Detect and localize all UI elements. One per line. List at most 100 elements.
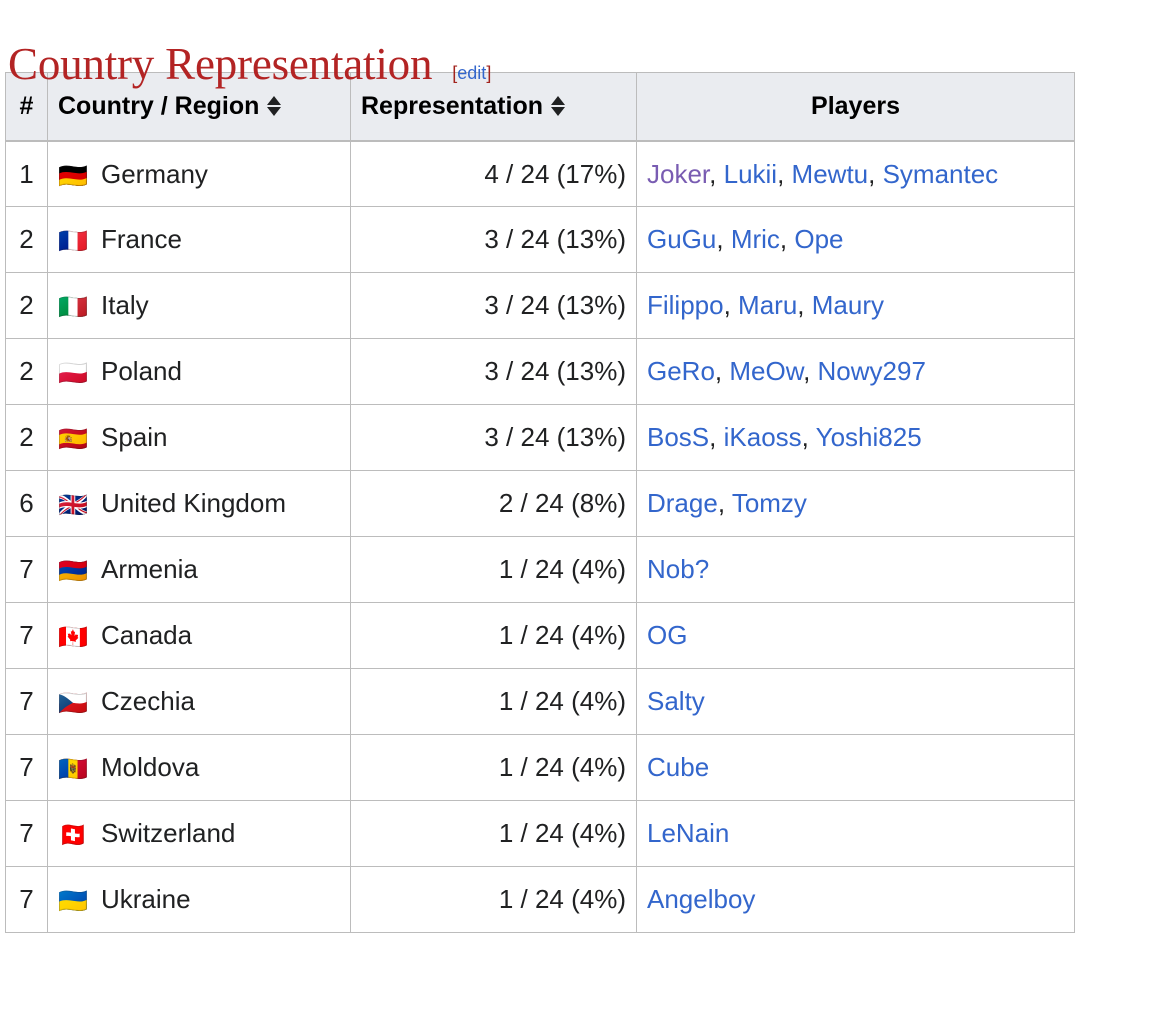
table-row: 2 🇮🇹 Italy 3 / 24 (13%) Filippo, Maru, Maury bbox=[5, 272, 1075, 339]
player-link[interactable]: Cube bbox=[647, 752, 709, 782]
column-header-representation-label: Representation bbox=[361, 91, 543, 120]
edit-close-bracket: ] bbox=[486, 63, 492, 84]
country-flag-icon: 🇨🇦 bbox=[58, 623, 88, 652]
cell-representation: 4 / 24 (17%) bbox=[350, 140, 637, 207]
cell-country: 🇫🇷 France bbox=[47, 206, 351, 273]
cell-rank: 2 bbox=[5, 272, 48, 339]
cell-rank: 6 bbox=[5, 470, 48, 537]
player-link[interactable]: Mric bbox=[731, 224, 780, 254]
player-separator: , bbox=[801, 422, 816, 453]
cell-representation: 1 / 24 (4%) bbox=[350, 866, 637, 933]
country-flag-icon: 🇫🇷 bbox=[58, 227, 88, 256]
table-row: 7 🇺🇦 Ukraine 1 / 24 (4%) Angelboy bbox=[5, 866, 1075, 933]
sort-ascending-triangle-icon bbox=[267, 95, 282, 105]
player-link[interactable]: Mewtu bbox=[792, 159, 869, 189]
cell-rank: 2 bbox=[5, 404, 48, 471]
player-link[interactable]: GeRo bbox=[647, 356, 715, 386]
sort-arrows-icon[interactable] bbox=[550, 95, 566, 117]
player-separator: , bbox=[709, 422, 724, 453]
player-link[interactable]: Drage bbox=[647, 488, 718, 518]
cell-rank: 7 bbox=[5, 866, 48, 933]
cell-players: LeNain bbox=[636, 800, 1075, 867]
cell-players: Drage, Tomzy bbox=[636, 470, 1075, 537]
player-link[interactable]: Yoshi825 bbox=[816, 422, 922, 452]
player-link[interactable]: Maury bbox=[812, 290, 884, 320]
page-root: Country Representation [edit] # Country … bbox=[0, 0, 1175, 1020]
player-separator: , bbox=[779, 224, 795, 255]
cell-rank: 7 bbox=[5, 734, 48, 801]
column-header-players: Players bbox=[636, 72, 1075, 142]
section-heading: Country Representation [edit] bbox=[0, 0, 1175, 89]
player-separator: , bbox=[714, 356, 730, 387]
cell-representation: 1 / 24 (4%) bbox=[350, 734, 637, 801]
cell-country: 🇪🇸 Spain bbox=[47, 404, 351, 471]
column-header-rank-label: # bbox=[19, 91, 34, 120]
player-link[interactable]: Nowy297 bbox=[818, 356, 926, 386]
cell-players: BosS, iKaoss, Yoshi825 bbox=[636, 404, 1075, 471]
country-flag-icon: 🇨🇭 bbox=[58, 821, 88, 850]
edit-section-link[interactable]: [edit] bbox=[452, 63, 491, 84]
cell-players: OG bbox=[636, 602, 1075, 669]
player-link[interactable]: MeOw bbox=[729, 356, 803, 386]
player-link[interactable]: Salty bbox=[647, 686, 705, 716]
cell-players: Nob? bbox=[636, 536, 1075, 603]
cell-rank: 2 bbox=[5, 206, 48, 273]
table-body: 1 🇩🇪 Germany 4 / 24 (17%) Joker, Lukii, Mewt… bbox=[5, 140, 1075, 933]
cell-country: 🇩🇪 Germany bbox=[47, 140, 351, 207]
cell-representation: 3 / 24 (13%) bbox=[350, 206, 637, 273]
player-separator: , bbox=[709, 158, 724, 189]
player-link[interactable]: LeNain bbox=[647, 818, 729, 848]
cell-rank: 7 bbox=[5, 536, 48, 603]
player-link[interactable]: Angelboy bbox=[647, 884, 755, 914]
column-header-players-label: Players bbox=[811, 91, 900, 120]
cell-representation: 1 / 24 (4%) bbox=[350, 800, 637, 867]
country-name-label: Poland bbox=[101, 356, 182, 387]
cell-players: Filippo, Maru, Maury bbox=[636, 272, 1075, 339]
cell-country: 🇨🇿 Czechia bbox=[47, 668, 351, 735]
player-link[interactable]: Filippo bbox=[647, 290, 724, 320]
country-name-label: Spain bbox=[101, 422, 168, 453]
cell-representation: 3 / 24 (13%) bbox=[350, 338, 637, 405]
cell-rank: 7 bbox=[5, 602, 48, 669]
player-link[interactable]: Lukii bbox=[724, 159, 777, 189]
table-row: 2 🇪🇸 Spain 3 / 24 (13%) BosS, iKaoss, Yoshi8… bbox=[5, 404, 1075, 471]
cell-players: GuGu, Mric, Ope bbox=[636, 206, 1075, 273]
cell-country: 🇦🇲 Armenia bbox=[47, 536, 351, 603]
player-link[interactable]: Joker bbox=[647, 159, 709, 189]
cell-rank: 1 bbox=[5, 140, 48, 207]
country-flag-icon: 🇩🇪 bbox=[58, 161, 88, 190]
cell-players: Salty bbox=[636, 668, 1075, 735]
country-flag-icon: 🇪🇸 bbox=[58, 425, 88, 454]
player-separator: , bbox=[803, 356, 818, 387]
player-link[interactable]: BosS bbox=[647, 422, 709, 452]
player-link[interactable]: GuGu bbox=[647, 224, 716, 254]
cell-rank: 2 bbox=[5, 338, 48, 405]
column-header-country-label: Country / Region bbox=[58, 91, 260, 120]
cell-representation: 1 / 24 (4%) bbox=[350, 668, 637, 735]
table-row: 2 🇵🇱 Poland 3 / 24 (13%) GeRo, MeOw, Nowy297 bbox=[5, 338, 1075, 405]
player-link[interactable]: Ope bbox=[794, 224, 843, 254]
country-name-label: Italy bbox=[101, 290, 149, 321]
player-link[interactable]: OG bbox=[647, 620, 687, 650]
country-name-label: Canada bbox=[101, 620, 193, 651]
edit-link-label[interactable]: edit bbox=[457, 63, 486, 83]
country-flag-icon: 🇵🇱 bbox=[58, 359, 88, 388]
table-row: 7 🇨🇭 Switzerland 1 / 24 (4%) LeNain bbox=[5, 800, 1075, 867]
sort-descending-triangle-icon bbox=[267, 106, 282, 116]
country-flag-icon: 🇦🇲 bbox=[58, 557, 88, 586]
cell-rank: 7 bbox=[5, 668, 48, 735]
country-name-label: France bbox=[101, 224, 182, 255]
country-flag-icon: 🇺🇦 bbox=[58, 887, 88, 916]
player-separator: , bbox=[723, 290, 739, 321]
player-link[interactable]: Symantec bbox=[883, 159, 999, 189]
player-separator: , bbox=[797, 290, 812, 321]
cell-country: 🇬🇧 United Kingdom bbox=[47, 470, 351, 537]
player-link[interactable]: Tomzy bbox=[732, 488, 807, 518]
player-link[interactable]: Nob? bbox=[647, 554, 709, 584]
player-separator: , bbox=[868, 158, 883, 189]
player-link[interactable]: iKaoss bbox=[724, 422, 802, 452]
cell-representation: 3 / 24 (13%) bbox=[350, 272, 637, 339]
player-link[interactable]: Maru bbox=[738, 290, 797, 320]
sort-arrows-icon[interactable] bbox=[267, 95, 282, 117]
cell-country: 🇨🇦 Canada bbox=[47, 602, 351, 669]
